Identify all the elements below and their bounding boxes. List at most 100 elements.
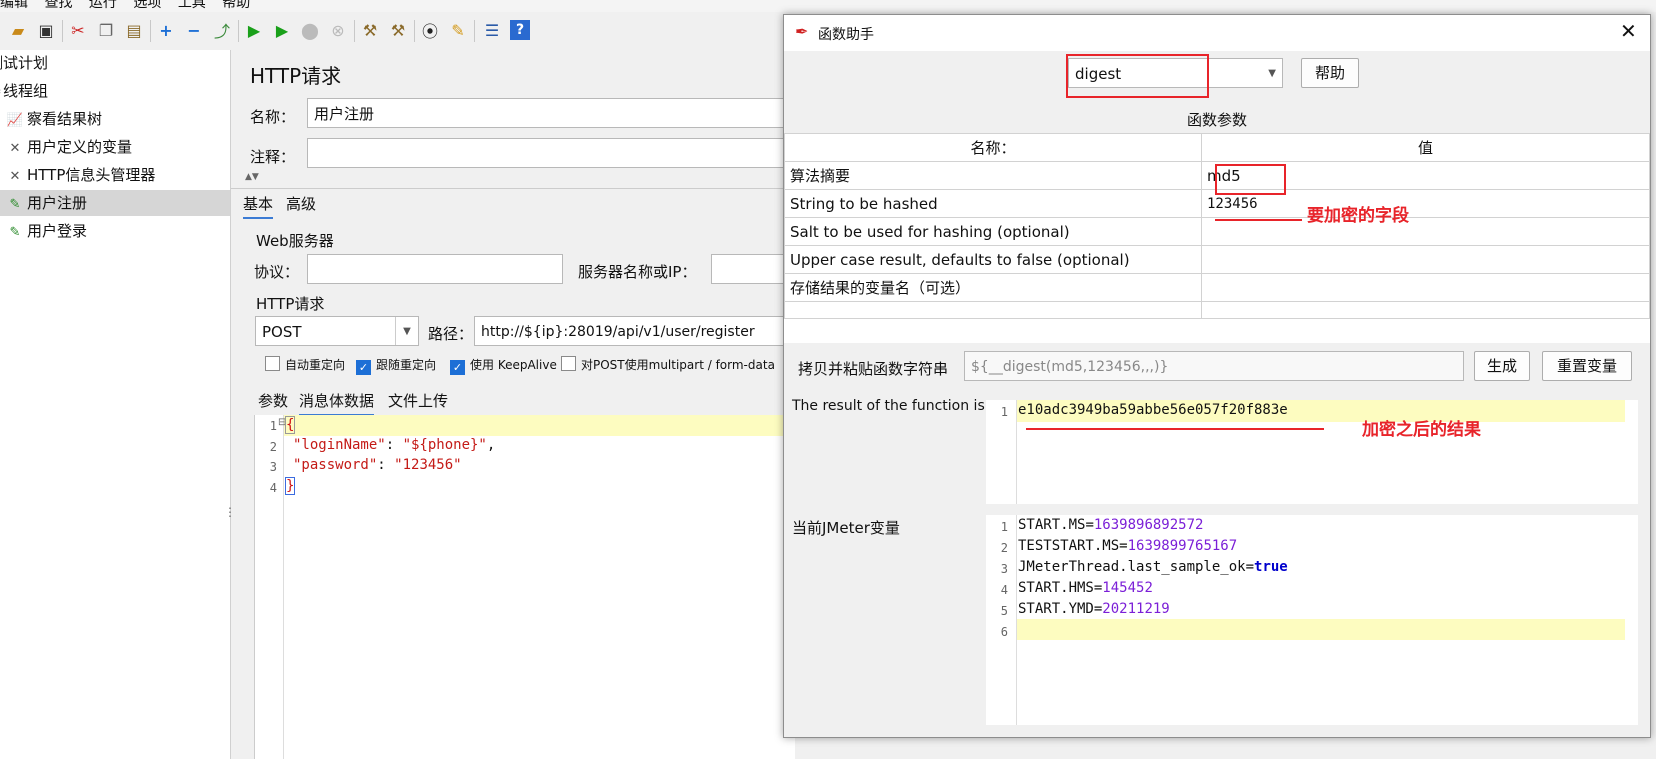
clear-icon[interactable]: ⚒	[360, 20, 380, 40]
annotation-box-md5	[1215, 164, 1286, 195]
jmeter-variables-editor[interactable]: 1 START.MS=1639896892572 2 TESTSTART.MS=…	[986, 515, 1638, 725]
shutdown-icon[interactable]: ⊗	[328, 20, 348, 40]
open-icon[interactable]: ▰	[8, 20, 28, 40]
name-input[interactable]: 用户注册	[307, 98, 797, 128]
tab-parameters[interactable]: 参数	[258, 390, 288, 411]
tab-body-data[interactable]: 消息体数据	[299, 390, 375, 416]
tree-node-label: 用户登录	[27, 222, 88, 240]
jmeter-variables-label: 当前JMeter变量	[792, 519, 900, 537]
tree-node-label: 用户定义的变量	[27, 138, 133, 156]
tree-node-thread-group[interactable]: ⚙线程组	[0, 78, 48, 104]
comment-input[interactable]	[307, 138, 797, 168]
variable-value: 145452	[1102, 580, 1153, 596]
copy-paste-label: 拷贝并粘贴函数字符串	[798, 360, 949, 378]
param-name: 算法摘要	[784, 161, 1202, 190]
annotation-box-function	[1066, 54, 1209, 98]
paste-icon[interactable]: ▤	[124, 20, 144, 40]
tree-node-header-manager[interactable]: ✕ HTTP信息头管理器	[6, 162, 156, 188]
tree-node-user-login[interactable]: ✎ 用户登录	[6, 218, 87, 244]
copy-icon[interactable]: ❐	[96, 20, 116, 40]
checkmark-icon: ✓	[450, 360, 465, 375]
table-row[interactable]: 存储结果的变量名（可选）	[784, 273, 1650, 302]
reset-variables-button[interactable]: 重置变量	[1542, 351, 1632, 381]
variable-line: START.MS=1639896892572	[1018, 517, 1204, 533]
tab-advanced[interactable]: 高级	[286, 193, 316, 214]
param-value[interactable]	[1201, 273, 1650, 302]
collapse-arrows-icon[interactable]: ▲▼	[245, 172, 259, 182]
annotation-underline-result	[1026, 428, 1324, 430]
tree-node-label: 线程组	[3, 82, 49, 100]
tab-file-upload[interactable]: 文件上传	[388, 390, 448, 411]
menu-edit[interactable]: 编辑	[0, 0, 28, 11]
server-label: 服务器名称或IP：	[578, 263, 697, 281]
expand-icon[interactable]: +	[156, 20, 176, 40]
redirect-auto-checkbox[interactable]: 自动重定向	[265, 356, 345, 373]
help-button[interactable]: 帮助	[1301, 58, 1359, 88]
tree-node-user-register[interactable]: ✎ 用户注册	[0, 190, 230, 216]
cut-icon[interactable]: ✂	[68, 20, 88, 40]
variable-value: 20211219	[1102, 601, 1170, 617]
multipart-checkbox[interactable]: 对POST使用multipart / form-data	[561, 356, 775, 373]
annotation-field-label: 要加密的字段	[1307, 206, 1409, 226]
table-row[interactable]	[784, 301, 1650, 319]
tree-node-test-plan[interactable]: 测试计划	[0, 50, 48, 76]
variable-key: JMeterThread.last_sample_ok	[1018, 559, 1246, 575]
search-icon[interactable]: ⦿	[420, 20, 440, 41]
keepalive-checkbox[interactable]: ✓ 使用 KeepAlive	[450, 356, 557, 375]
function-string-input[interactable]: ${__digest(md5,123456,,,)}	[964, 351, 1464, 381]
menu-help[interactable]: 帮助	[222, 0, 250, 11]
start-no-pause-icon[interactable]: ▶	[272, 20, 292, 40]
start-icon[interactable]: ▶	[244, 20, 264, 40]
close-icon[interactable]: ✕	[1620, 19, 1637, 43]
tree-node-label: HTTP信息头管理器	[27, 166, 156, 184]
toolbar: ▰ ▣ ✂ ❐ ▤ + − ⤴ ▶ ▶ ⬤ ⊗ ⚒ ⚒ ⦿ ✎ ☰ ?	[0, 12, 780, 51]
result-editor[interactable]: 1 e10adc3949ba59abbe56e057f20f883e	[986, 400, 1638, 504]
menu-tools[interactable]: 工具	[178, 0, 206, 11]
comment-label: 注释：	[250, 148, 296, 166]
tree-node-label: 测试计划	[0, 54, 49, 72]
line-number: 1	[1000, 405, 1008, 419]
follow-redirect-checkbox[interactable]: ✓ 跟随重定向	[356, 356, 436, 375]
params-title: 函数参数	[1186, 111, 1247, 129]
variable-value: 1639896892572	[1093, 517, 1204, 533]
stop-icon[interactable]: ⬤	[300, 20, 320, 40]
collapse-icon[interactable]: −	[184, 20, 204, 40]
path-input[interactable]: http://${ip}:28019/api/v1/user/register	[474, 316, 804, 346]
param-value[interactable]	[1201, 245, 1650, 274]
generate-button[interactable]: 生成	[1474, 351, 1530, 381]
params-table: 名称： 值 算法摘要 md5 String to be hashed 12345…	[784, 133, 1650, 319]
reset-search-icon[interactable]: ✎	[448, 20, 468, 40]
body-data-editor[interactable]: 1 ⊟ { 2 "loginName": "${phone}", 3 "pass…	[254, 415, 795, 759]
clear-all-icon[interactable]: ⚒	[388, 20, 408, 40]
save-icon[interactable]: ▣	[36, 20, 56, 40]
param-value[interactable]	[1201, 301, 1650, 319]
line-number: 3	[1000, 562, 1008, 576]
tree-node-user-variables[interactable]: ✕ 用户定义的变量	[6, 134, 132, 160]
checkbox-icon	[265, 356, 280, 371]
help-icon[interactable]: ?	[510, 20, 530, 40]
json-value: "123456"	[394, 457, 462, 473]
param-name: Salt to be used for hashing (optional)	[784, 217, 1202, 246]
result-value: e10adc3949ba59abbe56e057f20f883e	[1018, 402, 1288, 418]
dialog-title: 函数助手	[818, 27, 874, 43]
tree-node-result-tree[interactable]: 📈 察看结果树	[6, 106, 102, 132]
line-number: 2	[269, 440, 277, 454]
menu-run[interactable]: 运行	[89, 0, 117, 11]
param-value[interactable]	[1201, 217, 1650, 246]
menu-options[interactable]: 选项	[133, 0, 161, 11]
function-helper-dialog: ✒ 函数助手 ✕ digest ▼ 帮助 函数参数 名称： 值 算法摘要 md5…	[783, 14, 1651, 738]
toggle-icon[interactable]: ⤴	[212, 20, 232, 41]
chevron-down-icon[interactable]: ▼	[1268, 59, 1276, 87]
menu-search[interactable]: 查找	[44, 0, 72, 11]
table-row[interactable]: Upper case result, defaults to false (op…	[784, 245, 1650, 274]
current-line-highlight	[1017, 619, 1625, 640]
chevron-down-icon[interactable]: ▼	[395, 317, 418, 345]
method-select[interactable]: POST ▼	[255, 316, 419, 346]
table-row[interactable]: Salt to be used for hashing (optional)	[784, 217, 1650, 246]
line-number: 2	[1000, 541, 1008, 555]
function-helper-icon[interactable]: ☰	[482, 20, 502, 40]
toolbar-separator	[62, 20, 63, 42]
method-value: POST	[262, 323, 302, 341]
protocol-input[interactable]	[307, 254, 563, 284]
tab-basic[interactable]: 基本	[243, 193, 274, 219]
